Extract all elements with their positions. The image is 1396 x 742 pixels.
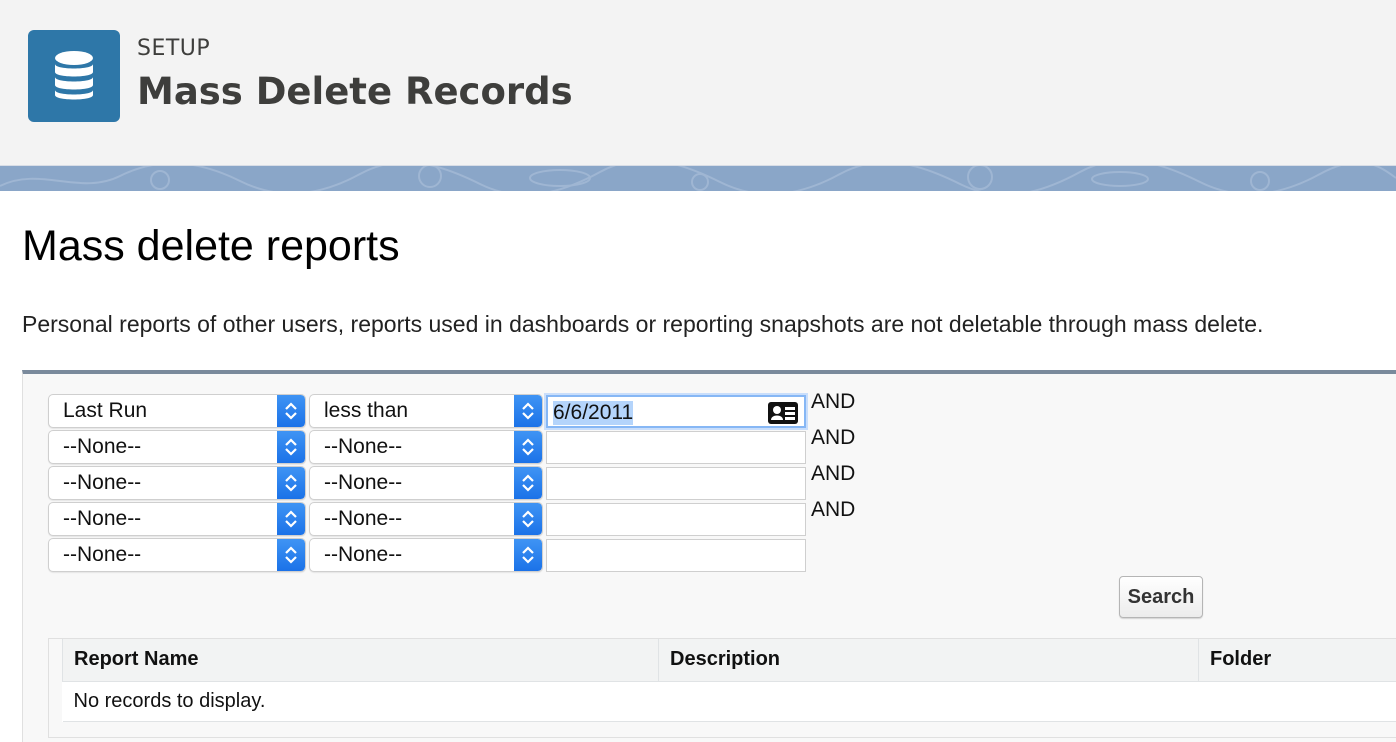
and-label: AND [811,498,856,521]
field-select-value: --None-- [63,435,142,458]
decorative-pattern-band [0,166,1396,191]
value-input[interactable] [546,539,806,572]
operator-select-value: --None-- [324,471,403,494]
select-arrows-icon [277,431,305,463]
select-arrows-icon [514,431,542,463]
select-arrows-icon [514,467,542,499]
select-arrows-icon [277,503,305,535]
field-select[interactable]: --None-- [48,466,306,500]
select-arrows-icon [514,503,542,535]
database-icon [28,30,120,122]
value-input[interactable] [546,467,806,500]
field-select[interactable]: Last Run [48,394,306,428]
column-header-folder[interactable]: Folder [1198,639,1396,682]
and-label: AND [811,426,856,449]
empty-message: No records to display. [62,681,1396,722]
and-label: AND [811,462,856,485]
field-select-value: --None-- [63,507,142,530]
operator-select[interactable]: --None-- [309,466,543,500]
field-select-value: --None-- [63,471,142,494]
select-arrows-icon [277,539,305,571]
header-eyebrow: SETUP [137,36,211,61]
value-input[interactable] [546,431,806,464]
field-select-value: --None-- [63,543,142,566]
operator-select[interactable]: --None-- [309,538,543,572]
column-header-report-name[interactable]: Report Name [62,639,659,682]
page-header-title: Mass Delete Records [137,70,573,113]
operator-select-value: less than [324,399,409,422]
operator-select[interactable]: --None-- [309,430,543,464]
search-button[interactable]: Search [1119,576,1203,618]
contact-card-icon[interactable] [767,401,799,431]
operator-select-value: --None-- [324,435,403,458]
field-select[interactable]: --None-- [48,502,306,536]
field-select-value: Last Run [63,399,148,422]
filter-panel: Last Run less than 6/6/2011 AND --None--… [22,370,1396,742]
page-description: Personal reports of other users, reports… [22,311,1264,337]
operator-select-value: --None-- [324,507,403,530]
field-select[interactable]: --None-- [48,538,306,572]
setup-header: SETUP Mass Delete Records [0,0,1396,166]
select-arrows-icon [514,395,542,427]
select-arrows-icon [277,467,305,499]
field-select[interactable]: --None-- [48,430,306,464]
value-input-text: 6/6/2011 [553,401,634,425]
select-arrows-icon [514,539,542,571]
results-table: Report Name Description Folder No record… [62,639,1396,722]
operator-select[interactable]: --None-- [309,502,543,536]
column-header-description[interactable]: Description [658,639,1199,682]
value-input[interactable] [546,503,806,536]
table-row: No records to display. [62,681,1396,722]
operator-select-value: --None-- [324,543,403,566]
and-label: AND [811,390,856,413]
page-title: Mass delete reports [22,222,400,270]
operator-select[interactable]: less than [309,394,543,428]
results-panel: Report Name Description Folder No record… [48,638,1396,738]
table-header-row: Report Name Description Folder [62,639,1396,682]
value-input[interactable]: 6/6/2011 [546,395,806,428]
select-arrows-icon [277,395,305,427]
